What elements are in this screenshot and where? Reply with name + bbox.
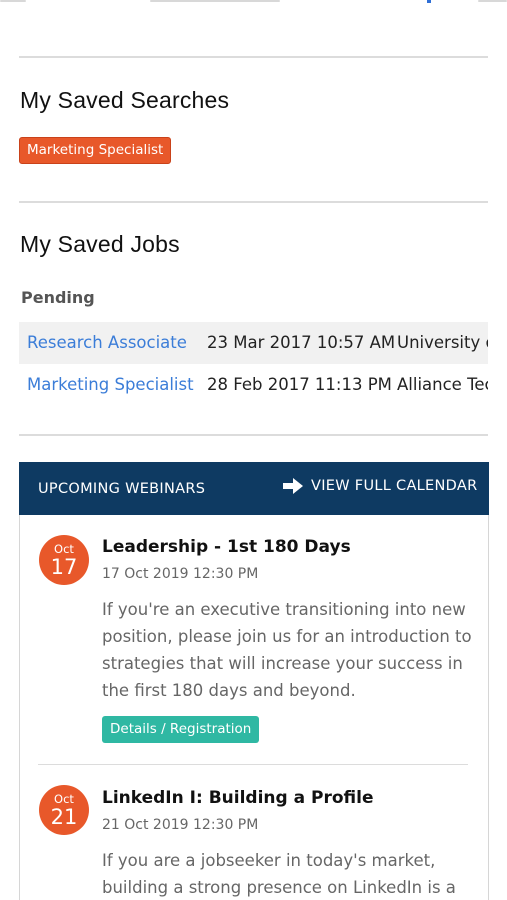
webinars-header-title: UPCOMING WEBINARS (38, 481, 206, 497)
event-month: Oct (54, 792, 74, 806)
section-divider (19, 201, 488, 203)
saved-searches-title: My Saved Searches (20, 87, 230, 113)
event-day: 21 (50, 805, 78, 829)
section-divider (19, 434, 488, 436)
saved-search-tag[interactable]: Marketing Specialist (19, 137, 172, 164)
event-description: If you're an executive transitioning int… (102, 600, 472, 700)
job-saved-date: 23 Mar 2017 10:57 AM (207, 333, 396, 352)
section-divider (19, 56, 488, 58)
event-divider (38, 764, 468, 765)
saved-jobs-title: My Saved Jobs (20, 231, 180, 257)
saved-jobs-table: Research Associate 23 Mar 2017 10:57 AM … (19, 322, 488, 406)
event-datetime: 21 Oct 2019 12:30 PM (102, 817, 259, 833)
event-day: 17 (50, 555, 78, 579)
event-title[interactable]: Leadership - 1st 180 Days (102, 537, 351, 557)
webinars-header: UPCOMING WEBINARS VIEW FULL CALENDAR (19, 462, 489, 515)
event-date-badge: Oct 21 (39, 785, 89, 835)
job-company: University of (397, 333, 488, 352)
pending-label: Pending (21, 288, 95, 307)
event-title[interactable]: LinkedIn I: Building a Profile (102, 788, 373, 808)
details-registration-button[interactable]: Details / Registration (102, 716, 260, 743)
event-month: Oct (54, 542, 74, 556)
event-description: If you are a jobseeker in today's market… (102, 851, 456, 897)
top-cropped-fragment (0, 0, 507, 6)
event-datetime: 17 Oct 2019 12:30 PM (102, 566, 259, 582)
job-title-link[interactable]: Research Associate (27, 322, 187, 364)
job-title-link[interactable]: Marketing Specialist (27, 364, 194, 406)
table-row: Research Associate 23 Mar 2017 10:57 AM … (19, 322, 488, 364)
event-date-badge: Oct 17 (39, 535, 89, 585)
job-company: Alliance Tech (397, 375, 488, 394)
view-full-calendar-link[interactable]: VIEW FULL CALENDAR (282, 477, 477, 495)
table-row: Marketing Specialist 28 Feb 2017 11:13 P… (19, 364, 488, 406)
arrow-right-icon (283, 478, 303, 494)
view-full-calendar-label: VIEW FULL CALENDAR (311, 478, 478, 494)
job-saved-date: 28 Feb 2017 11:13 PM (207, 375, 392, 394)
